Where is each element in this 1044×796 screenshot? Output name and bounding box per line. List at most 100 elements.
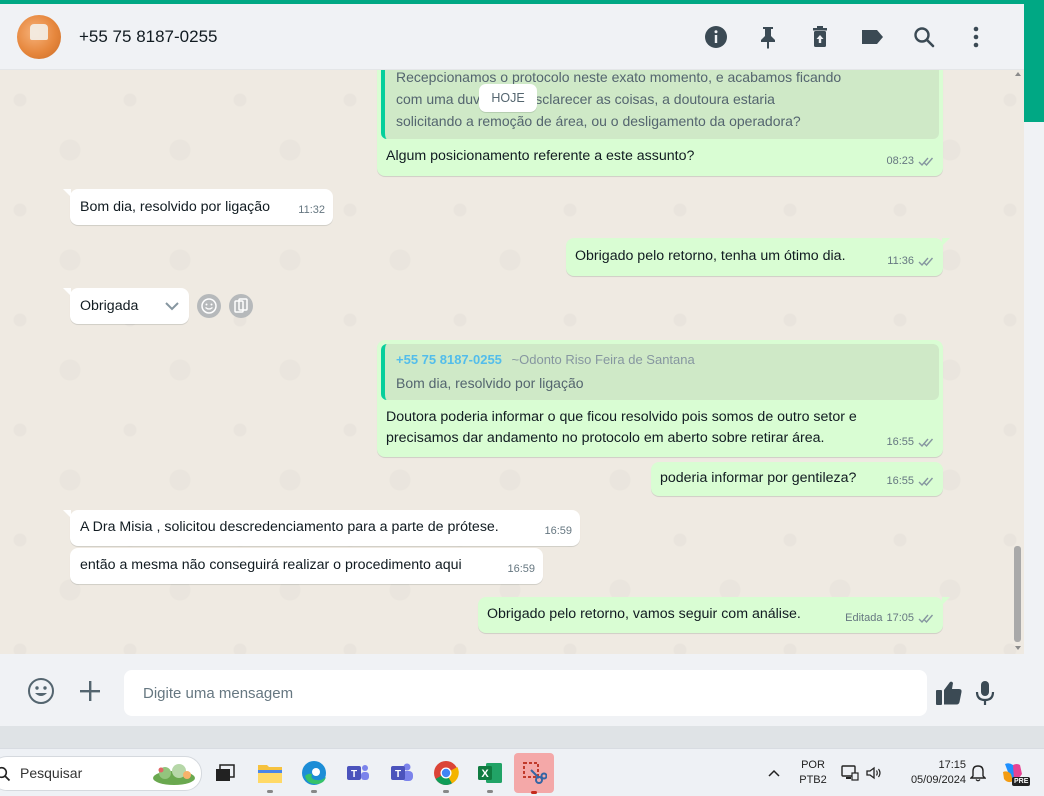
quoted-pushname: ~Odonto Riso Feira de Santana xyxy=(511,352,695,367)
double-check-icon xyxy=(918,257,934,266)
quoted-message-header: +55 75 8187-0255 ~Odonto Riso Feira de S… xyxy=(396,350,695,370)
scroll-down-arrow[interactable] xyxy=(1015,646,1021,650)
thumbs-up-icon xyxy=(936,681,962,705)
taskbar-search-box[interactable]: Pesquisar xyxy=(0,756,202,791)
microphone-icon xyxy=(975,681,995,705)
date-chip: HOJE xyxy=(479,84,537,112)
message-time: 16:55 xyxy=(886,475,914,487)
attach-button[interactable] xyxy=(76,676,104,706)
file-explorer-icon[interactable] xyxy=(255,758,285,793)
message-menu-chevron[interactable] xyxy=(161,296,183,316)
chat-scrollbar[interactable] xyxy=(1014,546,1021,642)
double-check-icon xyxy=(918,157,934,166)
excel-icon[interactable]: X xyxy=(475,758,505,793)
message-bubble-outgoing[interactable]: Obrigado pelo retorno, vamos seguir com … xyxy=(478,597,950,633)
react-emoji-button[interactable] xyxy=(197,294,221,318)
message-bubble-incoming[interactable]: Obrigada xyxy=(63,288,189,324)
search-icon[interactable] xyxy=(898,17,950,57)
plus-icon xyxy=(80,681,100,701)
quoted-message[interactable]: Recepcionamos o protocolo neste exato mo… xyxy=(381,70,939,139)
message-text: Obrigado pelo retorno, vamos seguir com … xyxy=(487,606,801,622)
info-icon[interactable] xyxy=(690,17,742,57)
running-indicator xyxy=(267,790,273,793)
svg-text:T: T xyxy=(395,769,401,780)
message-bubble-incoming[interactable]: A Dra Misia , solicitou descredenciament… xyxy=(63,510,580,546)
message-bubble-outgoing[interactable]: Obrigado pelo retorno, tenha um ótimo di… xyxy=(566,238,950,276)
windows-taskbar: Pesquisar T T X POR PTB2 17:15 05/09/202… xyxy=(0,748,1044,796)
chat-header: +55 75 8187-0255 xyxy=(0,4,1024,70)
message-time: 08:23 xyxy=(886,155,914,167)
message-list[interactable]: Recepcionamos o protocolo neste exato mo… xyxy=(0,70,1024,654)
message-meta: 08:23 xyxy=(886,151,935,171)
window-side-panel xyxy=(1024,122,1044,726)
message-time: 16:59 xyxy=(544,525,572,537)
copy-message-button[interactable] xyxy=(229,294,253,318)
message-text-line: precisamos dar andamento no protocolo em… xyxy=(386,430,825,446)
window-gap xyxy=(0,726,1044,748)
scroll-up-arrow[interactable] xyxy=(1015,72,1021,76)
input-language-indicator[interactable]: POR PTB2 xyxy=(798,758,828,788)
message-text: Bom dia, resolvido por ligação xyxy=(80,199,271,215)
more-options-icon[interactable] xyxy=(950,17,1002,57)
notifications-bell-icon[interactable] xyxy=(966,758,990,788)
task-view-icon[interactable] xyxy=(210,758,240,788)
message-time: 17:05 xyxy=(886,612,914,624)
message-text: poderia informar por gentileza? xyxy=(660,470,857,486)
message-bubble-outgoing[interactable]: Recepcionamos o protocolo neste exato mo… xyxy=(377,70,943,176)
message-input[interactable] xyxy=(124,670,927,716)
copy-icon xyxy=(234,298,248,313)
chrome-icon[interactable] xyxy=(431,758,461,793)
taskbar-search-placeholder: Pesquisar xyxy=(20,765,83,781)
message-text-line: Doutora poderia informar o que ficou res… xyxy=(386,409,857,425)
message-bubble-outgoing[interactable]: +55 75 8187-0255 ~Odonto Riso Feira de S… xyxy=(377,340,943,457)
quoted-author: +55 75 8187-0255 xyxy=(396,352,502,367)
message-bubble-incoming[interactable]: Bom dia, resolvido por ligação 11:32 xyxy=(63,189,333,225)
double-check-icon xyxy=(918,614,934,623)
running-indicator xyxy=(311,790,317,793)
clock-time: 17:15 xyxy=(938,759,966,771)
message-time: 11:36 xyxy=(887,255,914,267)
copilot-preview-badge: PRE xyxy=(1012,777,1031,786)
quoted-message-line: com uma duv o para esclarecer as coisas,… xyxy=(396,91,775,107)
message-meta: 16:55 xyxy=(886,471,935,491)
message-bubble-outgoing[interactable]: poderia informar por gentileza? 16:55 xyxy=(651,462,943,496)
pin-icon[interactable] xyxy=(742,17,794,57)
message-text: Obrigado pelo retorno, tenha um ótimo di… xyxy=(575,248,846,264)
system-clock[interactable]: 17:15 05/09/2024 xyxy=(896,758,966,788)
quoted-message[interactable]: +55 75 8187-0255 ~Odonto Riso Feira de S… xyxy=(381,344,939,400)
show-hidden-icons-chevron[interactable] xyxy=(762,758,786,788)
message-bubble-incoming[interactable]: então a mesma não conseguirá realizar o … xyxy=(70,548,543,584)
quoted-message-text: Bom dia, resolvido por ligação xyxy=(396,375,584,391)
network-icon[interactable] xyxy=(838,758,862,788)
send-thumbs-up-button[interactable] xyxy=(934,678,964,708)
snipping-tool-icon[interactable] xyxy=(514,753,554,794)
message-meta: Editada 17:05 xyxy=(845,608,935,628)
contact-avatar[interactable] xyxy=(17,14,61,59)
contact-name[interactable]: +55 75 8187-0255 xyxy=(79,27,218,47)
edge-browser-icon[interactable] xyxy=(299,758,329,793)
copilot-icon[interactable]: PRE xyxy=(998,758,1031,788)
chevron-up-icon xyxy=(768,769,780,777)
message-text: Obrigada xyxy=(80,298,139,314)
language-code: POR xyxy=(801,759,825,771)
window-side-accent xyxy=(1024,4,1044,122)
message-meta: 16:55 xyxy=(886,432,935,452)
voice-message-button[interactable] xyxy=(972,678,998,708)
keyboard-layout: PTB2 xyxy=(799,774,827,786)
double-check-icon xyxy=(918,477,934,486)
message-text: então a mesma não conseguirá realizar o … xyxy=(80,557,462,573)
emoji-icon xyxy=(28,678,54,704)
message-time: 16:59 xyxy=(507,563,535,575)
message-time: 11:32 xyxy=(298,204,325,216)
delete-icon[interactable] xyxy=(794,17,846,57)
label-icon[interactable] xyxy=(846,17,898,57)
message-meta: 11:36 xyxy=(887,251,935,271)
emoji-button[interactable] xyxy=(26,676,56,706)
teams-work-icon[interactable]: T xyxy=(387,758,417,788)
teams-icon[interactable]: T xyxy=(343,758,373,788)
volume-icon[interactable] xyxy=(862,758,886,788)
running-indicator xyxy=(531,791,537,794)
message-meta: 16:59 xyxy=(544,521,572,541)
smiley-icon xyxy=(201,298,217,314)
svg-text:X: X xyxy=(481,768,489,780)
